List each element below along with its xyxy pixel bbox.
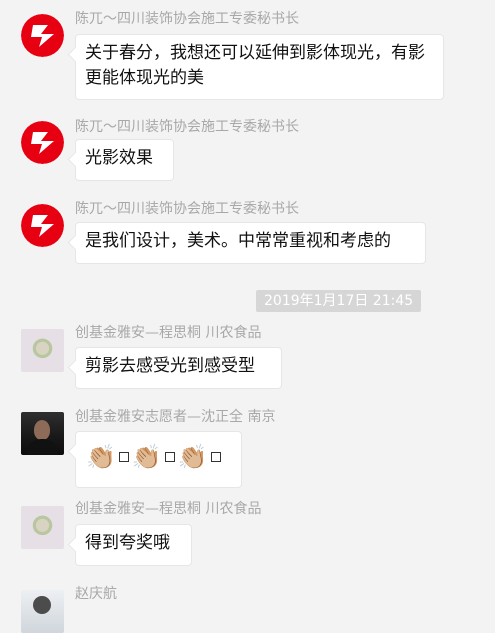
- avatar[interactable]: [21, 506, 64, 549]
- missing-glyph-box: [164, 452, 175, 462]
- message-bubble: 光影效果: [75, 139, 174, 181]
- avatar[interactable]: [21, 329, 64, 372]
- logo-icon: [21, 204, 64, 247]
- avatar[interactable]: [21, 121, 64, 164]
- sender-name: 创基金雅安—程思桐 川农食品: [75, 325, 262, 341]
- sender-name: 陈兀～四川装饰协会施工专委秘书长: [75, 11, 299, 27]
- message-bubble: 剪影去感受光到感受型: [75, 347, 282, 389]
- sender-name: 赵庆航: [75, 586, 117, 602]
- chat-history: 陈兀～四川装饰协会施工专委秘书长 关于春分，我想还可以延伸到影体现光，有影更能体…: [0, 0, 495, 633]
- avatar[interactable]: [21, 14, 64, 57]
- sender-name: 陈兀～四川装饰协会施工专委秘书长: [75, 119, 299, 135]
- missing-glyph-box: [118, 452, 129, 462]
- clapping-hands-icon: 👏🏼: [177, 443, 208, 471]
- head-shape: [33, 596, 51, 614]
- clapping-hands-icon: 👏🏼: [131, 443, 162, 471]
- sender-name: 陈兀～四川装饰协会施工专委秘书长: [75, 201, 299, 217]
- logo-icon: [21, 121, 64, 164]
- emoji-row: 👏🏼 👏🏼 👏🏼: [86, 442, 231, 472]
- sender-name: 创基金雅安志愿者—沈正全 南京: [75, 409, 276, 425]
- clapping-hands-icon: 👏🏼: [86, 443, 116, 471]
- logo-icon: [21, 14, 64, 57]
- sender-name: 创基金雅安—程思桐 川农食品: [75, 501, 262, 517]
- face-shape: [34, 420, 50, 440]
- body-shape: [27, 439, 58, 455]
- avatar[interactable]: [21, 590, 64, 633]
- message-bubble: 是我们设计，美术。中常常重视和考虑的: [75, 222, 426, 264]
- timestamp: 2019年1月17日 21:45: [256, 290, 422, 312]
- message-bubble: 得到夸奖哦: [75, 524, 192, 566]
- missing-glyph-box: [210, 452, 221, 462]
- message-bubble: 关于春分，我想还可以延伸到影体现光，有影更能体现光的美: [75, 34, 444, 100]
- avatar[interactable]: [21, 204, 64, 247]
- avatar[interactable]: [21, 412, 64, 455]
- emoji-message-bubble: 👏🏼 👏🏼 👏🏼: [75, 431, 242, 488]
